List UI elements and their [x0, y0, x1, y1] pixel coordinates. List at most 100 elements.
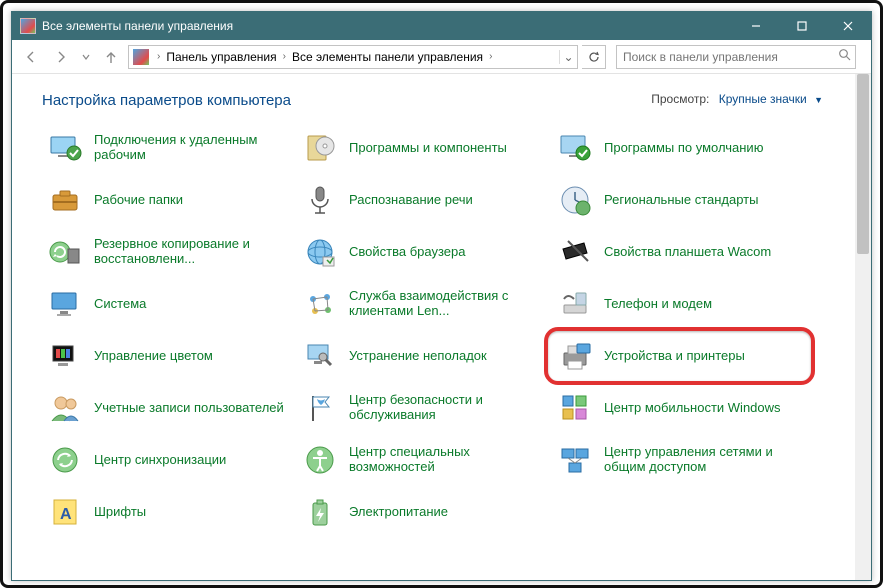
chevron-right-icon[interactable]: › — [279, 51, 290, 62]
item-label: Центр специальных возможностей — [349, 445, 548, 475]
breadcrumb[interactable]: Панель управления — [164, 50, 278, 64]
cp-item-work-folders[interactable]: Рабочие папки — [42, 177, 297, 223]
item-label: Подключения к удаленным рабочим — [94, 133, 293, 163]
cp-item-internet-options[interactable]: Свойства браузера — [297, 229, 552, 275]
recent-locations-button[interactable] — [78, 44, 94, 70]
grid-icon — [556, 389, 594, 427]
cp-item-speech[interactable]: Распознавание речи — [297, 177, 552, 223]
item-label: Свойства планшета Wacom — [604, 245, 771, 260]
item-label: Центр безопасности и обслуживания — [349, 393, 548, 423]
cp-item-remote-desktop[interactable]: Подключения к удаленным рабочим — [42, 125, 297, 171]
svg-text:A: A — [60, 506, 72, 523]
item-label: Шрифты — [94, 505, 146, 520]
address-dropdown-button[interactable]: ⌄ — [559, 50, 577, 64]
cp-item-devices-printers[interactable]: Устройства и принтеры — [552, 333, 807, 379]
clock-globe-icon — [556, 181, 594, 219]
item-label: Распознавание речи — [349, 193, 473, 208]
cp-item-user-accounts[interactable]: Учетные записи пользователей — [42, 385, 297, 431]
item-label: Рабочие папки — [94, 193, 183, 208]
printer-icon — [556, 337, 594, 375]
cp-item-phone-modem[interactable]: Телефон и модем — [552, 281, 807, 327]
navigation-bar: › Панель управления › Все элементы панел… — [12, 40, 871, 74]
item-label: Электропитание — [349, 505, 448, 520]
backup-icon — [46, 233, 84, 271]
scrollbar[interactable] — [855, 74, 871, 580]
cp-item-default-programs[interactable]: Программы по умолчанию — [552, 125, 807, 171]
control-panel-icon — [133, 49, 149, 65]
item-label: Резервное копирование и восстановлени... — [94, 237, 293, 267]
item-label: Служба взаимодействия с клиентами Len... — [349, 289, 548, 319]
computer-icon — [46, 285, 84, 323]
item-label: Программы и компоненты — [349, 141, 507, 156]
item-label: Устройства и принтеры — [604, 349, 745, 364]
breadcrumb[interactable]: Все элементы панели управления — [290, 50, 485, 64]
users-icon — [46, 389, 84, 427]
cp-item-wacom[interactable]: Свойства планшета Wacom — [552, 229, 807, 275]
cp-item-sync[interactable]: Центр синхронизации — [42, 437, 297, 483]
minimize-button[interactable] — [733, 12, 779, 40]
titlebar: Все элементы панели управления — [12, 12, 871, 40]
network-icon — [301, 285, 339, 323]
network-share-icon — [556, 441, 594, 479]
item-label: Система — [94, 297, 146, 312]
cp-item-backup[interactable]: Резервное копирование и восстановлени... — [42, 229, 297, 275]
cp-item-power[interactable]: Электропитание — [297, 489, 552, 535]
cp-item-fonts[interactable]: A Шрифты — [42, 489, 297, 535]
refresh-button[interactable] — [582, 45, 606, 69]
fonts-icon: A — [46, 493, 84, 531]
back-button[interactable] — [18, 44, 44, 70]
cp-item-troubleshooting[interactable]: Устранение неполадок — [297, 333, 552, 379]
cp-item-programs-features[interactable]: Программы и компоненты — [297, 125, 552, 171]
cp-item-network-sharing[interactable]: Центр управления сетями и общим доступом — [552, 437, 807, 483]
cp-item-system[interactable]: Система — [42, 281, 297, 327]
item-label: Центр управления сетями и общим доступом — [604, 445, 803, 475]
color-icon — [46, 337, 84, 375]
item-label: Устранение неполадок — [349, 349, 487, 364]
view-value: Крупные значки — [719, 92, 807, 106]
item-label: Свойства браузера — [349, 245, 465, 260]
window-title: Все элементы панели управления — [42, 19, 733, 33]
briefcase-icon — [46, 181, 84, 219]
item-label: Программы по умолчанию — [604, 141, 763, 156]
monitor-check-icon — [556, 129, 594, 167]
scrollbar-thumb[interactable] — [857, 74, 869, 254]
item-label: Центр синхронизации — [94, 453, 226, 468]
cp-item-lenovo-service[interactable]: Служба взаимодействия с клиентами Len... — [297, 281, 552, 327]
chevron-right-icon[interactable]: › — [153, 51, 164, 62]
chevron-down-icon: ▼ — [814, 95, 823, 105]
forward-button[interactable] — [48, 44, 74, 70]
cp-item-region[interactable]: Региональные стандарты — [552, 177, 807, 223]
phone-modem-icon — [556, 285, 594, 323]
sync-icon — [46, 441, 84, 479]
content-area: Настройка параметров компьютера Просмотр… — [12, 74, 871, 580]
up-button[interactable] — [98, 44, 124, 70]
search-box[interactable] — [616, 45, 856, 69]
close-button[interactable] — [825, 12, 871, 40]
globe-icon — [301, 233, 339, 271]
chevron-right-icon[interactable]: › — [485, 51, 496, 62]
item-label: Центр мобильности Windows — [604, 401, 781, 416]
accessibility-icon — [301, 441, 339, 479]
disc-box-icon — [301, 129, 339, 167]
battery-icon — [301, 493, 339, 531]
view-selector[interactable]: Просмотр: Крупные значки ▼ — [651, 92, 823, 106]
items-grid: Подключения к удаленным рабочим Программ… — [42, 125, 851, 535]
cp-item-security-maintenance[interactable]: Центр безопасности и обслуживания — [297, 385, 552, 431]
cp-item-accessibility[interactable]: Центр специальных возможностей — [297, 437, 552, 483]
address-bar[interactable]: › Панель управления › Все элементы панел… — [128, 45, 578, 69]
search-icon[interactable] — [833, 48, 855, 66]
item-label: Управление цветом — [94, 349, 213, 364]
search-input[interactable] — [617, 50, 833, 64]
microphone-icon — [301, 181, 339, 219]
view-label: Просмотр: — [651, 92, 709, 106]
tablet-icon — [556, 233, 594, 271]
wrench-monitor-icon — [301, 337, 339, 375]
monitor-icon — [46, 129, 84, 167]
maximize-button[interactable] — [779, 12, 825, 40]
control-panel-icon — [20, 18, 36, 34]
cp-item-color[interactable]: Управление цветом — [42, 333, 297, 379]
item-label: Региональные стандарты — [604, 193, 758, 208]
flag-icon — [301, 389, 339, 427]
cp-item-mobility[interactable]: Центр мобильности Windows — [552, 385, 807, 431]
item-label: Учетные записи пользователей — [94, 401, 284, 416]
